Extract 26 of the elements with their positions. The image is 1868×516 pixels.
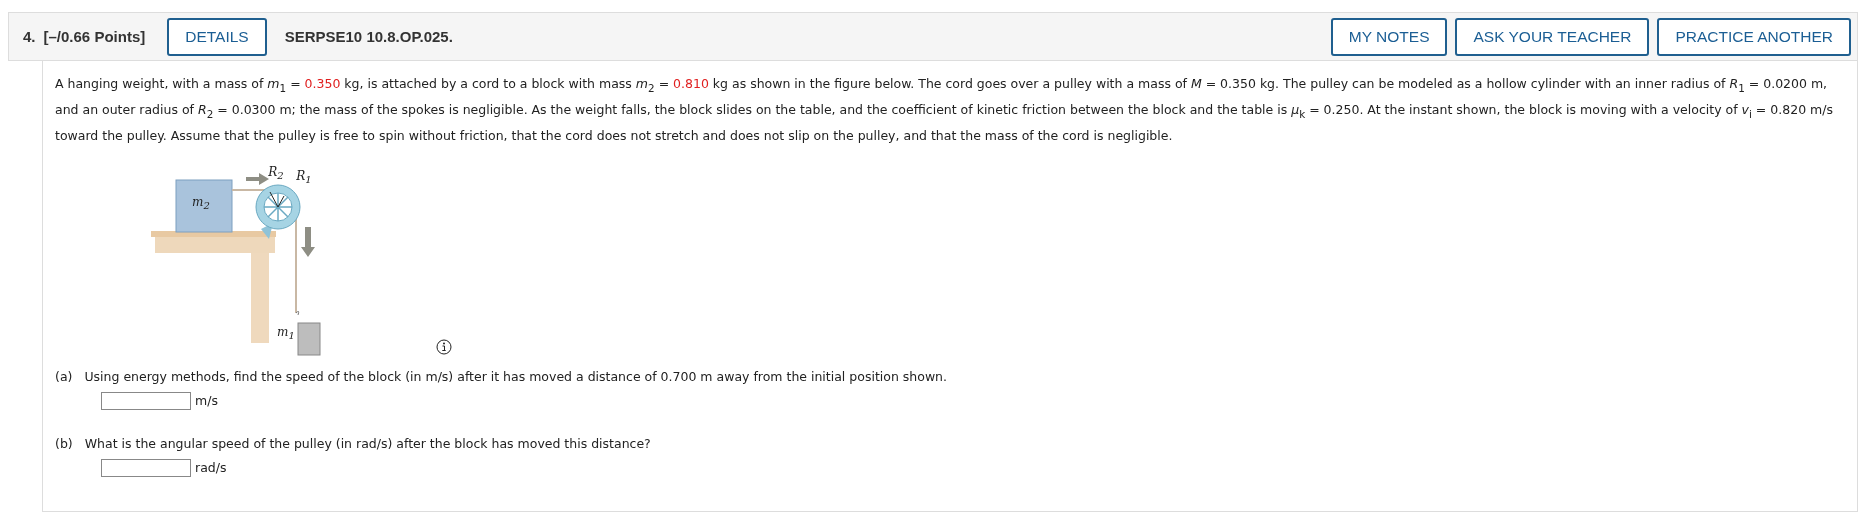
question-text: Using energy methods, find the speed of the block (in m/s) after it has moved a distance of 0.700 m away from the initial position shown.	[84, 368, 947, 384]
pulley-drawing	[255, 184, 301, 239]
info-icon[interactable]	[436, 338, 452, 355]
weight-drawing	[295, 310, 321, 355]
question-text: What is the angular speed of the pulley (in rad/s) after the block has moved this distance?	[84, 435, 651, 451]
answer-field[interactable]	[101, 458, 191, 477]
answer-field[interactable]	[101, 391, 191, 410]
block-label: m$_{2}$	[191, 194, 211, 211]
radius-label: R$_{1}$	[295, 168, 313, 185]
question-number: 4.	[23, 28, 36, 45]
details-button[interactable]: DETAILS	[167, 17, 267, 56]
part-label: (b)	[55, 435, 73, 451]
problem-text: A hanging weight, with a mass of m$_{1}$ = 0.350 kg, is attached by a cord to a block with mass m$_{2}$ = 0.810 kg as shown in the figure below. The cord goes over a pulley with a mass of M = 0.350 kg. The pulley can be modeled as a hollow cylinder with an inner radius of R$_{1}$ = 0.0200 m, and an outer radius of R$_{2}$ = 0.0300 m; the mass of the spokes is negligible. As the weight falls, the block slides on the table, and the coefficient of kinetic friction between the block and the table is μ$_{k}$ = 0.250. At the instant shown, the block is moving with a velocity of v$_{i}$ = 0.820 m/s toward the pulley. Assume that the pulley is free to spin without friction, that the cord does not stretch and does not slip on the pulley, and that the mass of the cord is negligible.	[55, 75, 1834, 145]
header-button[interactable]: PRACTICE ANOTHER	[1657, 17, 1851, 56]
weight-label: m$_{1}$	[276, 324, 296, 341]
block-drawing	[175, 179, 233, 232]
part-label: (a)	[55, 368, 73, 384]
header-button[interactable]: ASK YOUR TEACHER	[1455, 17, 1650, 56]
points-label: [–/0.66 Points]	[43, 28, 146, 45]
problem-id: SERPSE10 10.8.OP.025.	[284, 28, 453, 45]
header-button[interactable]: MY NOTES	[1330, 17, 1448, 56]
radius-label: R$_{2}$	[267, 164, 285, 181]
unit-label: rad/s	[195, 460, 227, 475]
down-arrow-icon	[301, 226, 315, 257]
right-arrow-icon	[246, 172, 269, 185]
unit-label: m/s	[195, 393, 218, 408]
